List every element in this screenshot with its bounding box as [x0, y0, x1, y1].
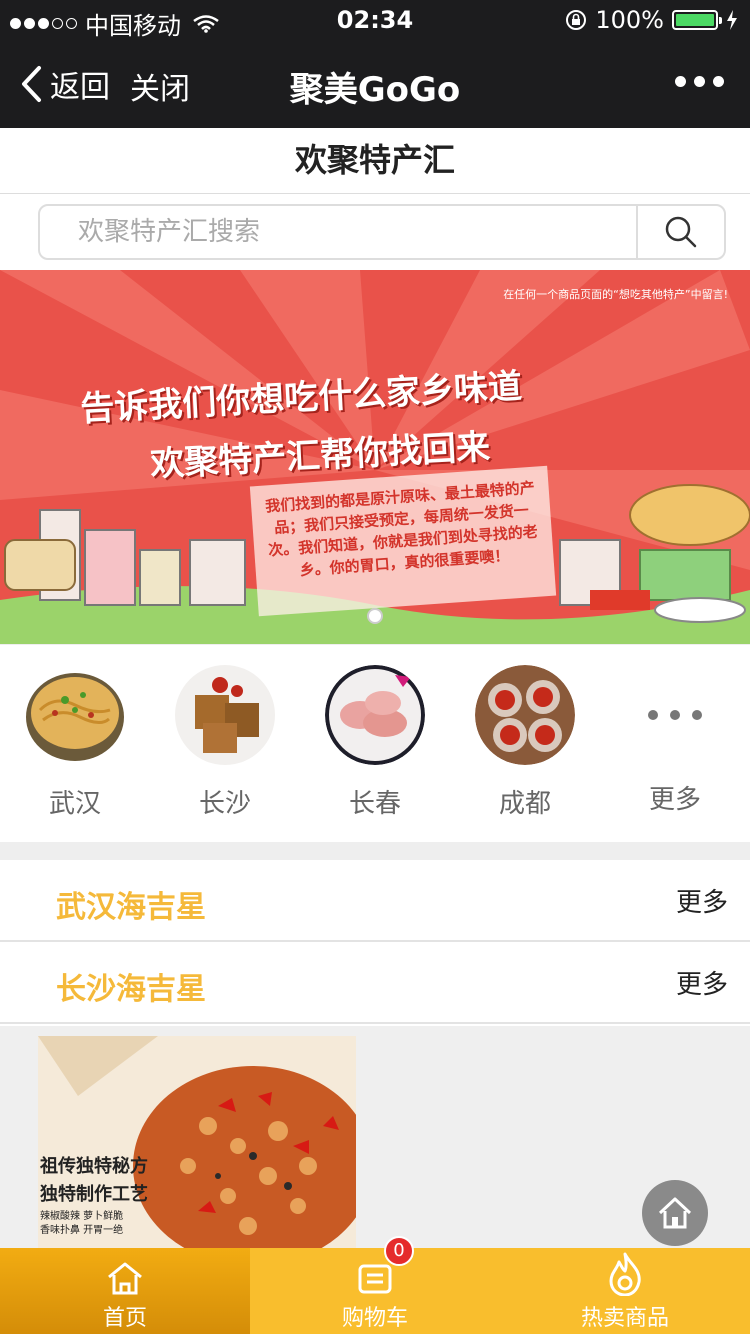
tab-hot-products[interactable]: 热卖商品 — [500, 1248, 750, 1334]
home-icon — [108, 1262, 142, 1295]
category-label: 更多 — [648, 785, 701, 815]
more-menu-button[interactable] — [675, 76, 724, 87]
product-line-1: 祖传独特秘方 — [40, 1156, 148, 1177]
tab-home[interactable]: 首页 — [0, 1248, 250, 1334]
wuhan-noodles-image — [26, 673, 124, 761]
changchun-sausage-image — [325, 665, 425, 765]
section-more-link[interactable]: 更多 — [676, 882, 728, 919]
charging-icon — [727, 10, 737, 30]
category-wuhan[interactable]: 武汉 — [25, 665, 125, 820]
city-categories: 武汉 长沙 长春 成都 更多 — [0, 644, 750, 842]
product-grid: 祖传独特秘方 独特制作工艺 辣椒酸辣 萝卜鲜脆 香味扑鼻 开胃一绝 — [0, 1026, 750, 1248]
fire-icon — [609, 1252, 641, 1296]
category-label: 武汉 — [48, 789, 101, 819]
tab-cart[interactable]: 购物车 — [250, 1248, 500, 1334]
section-title: 武汉海吉星 — [56, 890, 206, 925]
tab-label: 首页 — [102, 1306, 147, 1331]
search-box — [38, 204, 726, 260]
section-title: 长沙海吉星 — [56, 972, 206, 1007]
search-icon — [665, 216, 697, 248]
category-label: 长春 — [348, 789, 401, 819]
nav-title: 聚美GoGo — [289, 70, 461, 110]
cart-icon — [358, 1264, 392, 1294]
page-title: 欢聚特产汇 — [0, 128, 750, 194]
home-icon — [658, 1197, 692, 1229]
search-button[interactable] — [636, 206, 724, 258]
section-more-link[interactable]: 更多 — [676, 964, 728, 1001]
chengdu-dessert-image — [475, 665, 575, 765]
category-more[interactable]: 更多 — [625, 665, 725, 816]
rotation-lock-icon — [566, 10, 587, 30]
changsha-tofu-image — [175, 665, 275, 765]
category-label: 成都 — [498, 789, 551, 819]
product-line-2: 独特制作工艺 — [40, 1184, 148, 1205]
section-divider — [0, 842, 750, 860]
category-changsha[interactable]: 长沙 — [175, 665, 275, 820]
product-line-3: 辣椒酸辣 萝卜鲜脆 香味扑鼻 开胃一绝 — [40, 1211, 124, 1236]
cart-count-badge: 0 — [384, 1236, 414, 1266]
tab-label: 购物车 — [341, 1306, 408, 1331]
product-card[interactable]: 祖传独特秘方 独特制作工艺 辣椒酸辣 萝卜鲜脆 香味扑鼻 开胃一绝 — [38, 1036, 356, 1248]
battery-percent: 100% — [595, 6, 664, 34]
section-changsha[interactable]: 长沙海吉星 更多 — [0, 942, 750, 1024]
category-label: 长沙 — [198, 789, 251, 819]
status-bar: 中国移动 02:34 100% — [0, 0, 750, 40]
category-changchun[interactable]: 长春 — [325, 665, 425, 820]
battery-icon — [672, 10, 722, 30]
promo-banner[interactable]: 在任何一个商品页面的“想吃其他特产”中留言! 告诉我们你想吃什么家乡味道 欢聚特… — [0, 270, 750, 644]
category-chengdu[interactable]: 成都 — [475, 665, 575, 820]
bottom-tab-bar: 首页 购物车 热卖商品 — [0, 1248, 750, 1334]
search-input[interactable] — [40, 206, 636, 258]
nav-bar: 返回 关闭 聚美GoGo — [0, 40, 750, 128]
carousel-indicator[interactable] — [367, 608, 383, 624]
section-wuhan[interactable]: 武汉海吉星 更多 — [0, 860, 750, 942]
more-dots-icon — [625, 665, 725, 765]
banner-note: 我们找到的都是原汁原味、最土最特的产品；我们只接受预定，每周统一发货一次。我们知… — [249, 465, 557, 617]
back-to-home-button[interactable] — [642, 1180, 708, 1246]
status-right: 100% — [565, 6, 738, 34]
search-bar — [0, 194, 750, 270]
banner-fine-print: 在任何一个商品页面的“想吃其他特产”中留言! — [503, 288, 728, 301]
tab-label: 热卖商品 — [580, 1306, 669, 1331]
